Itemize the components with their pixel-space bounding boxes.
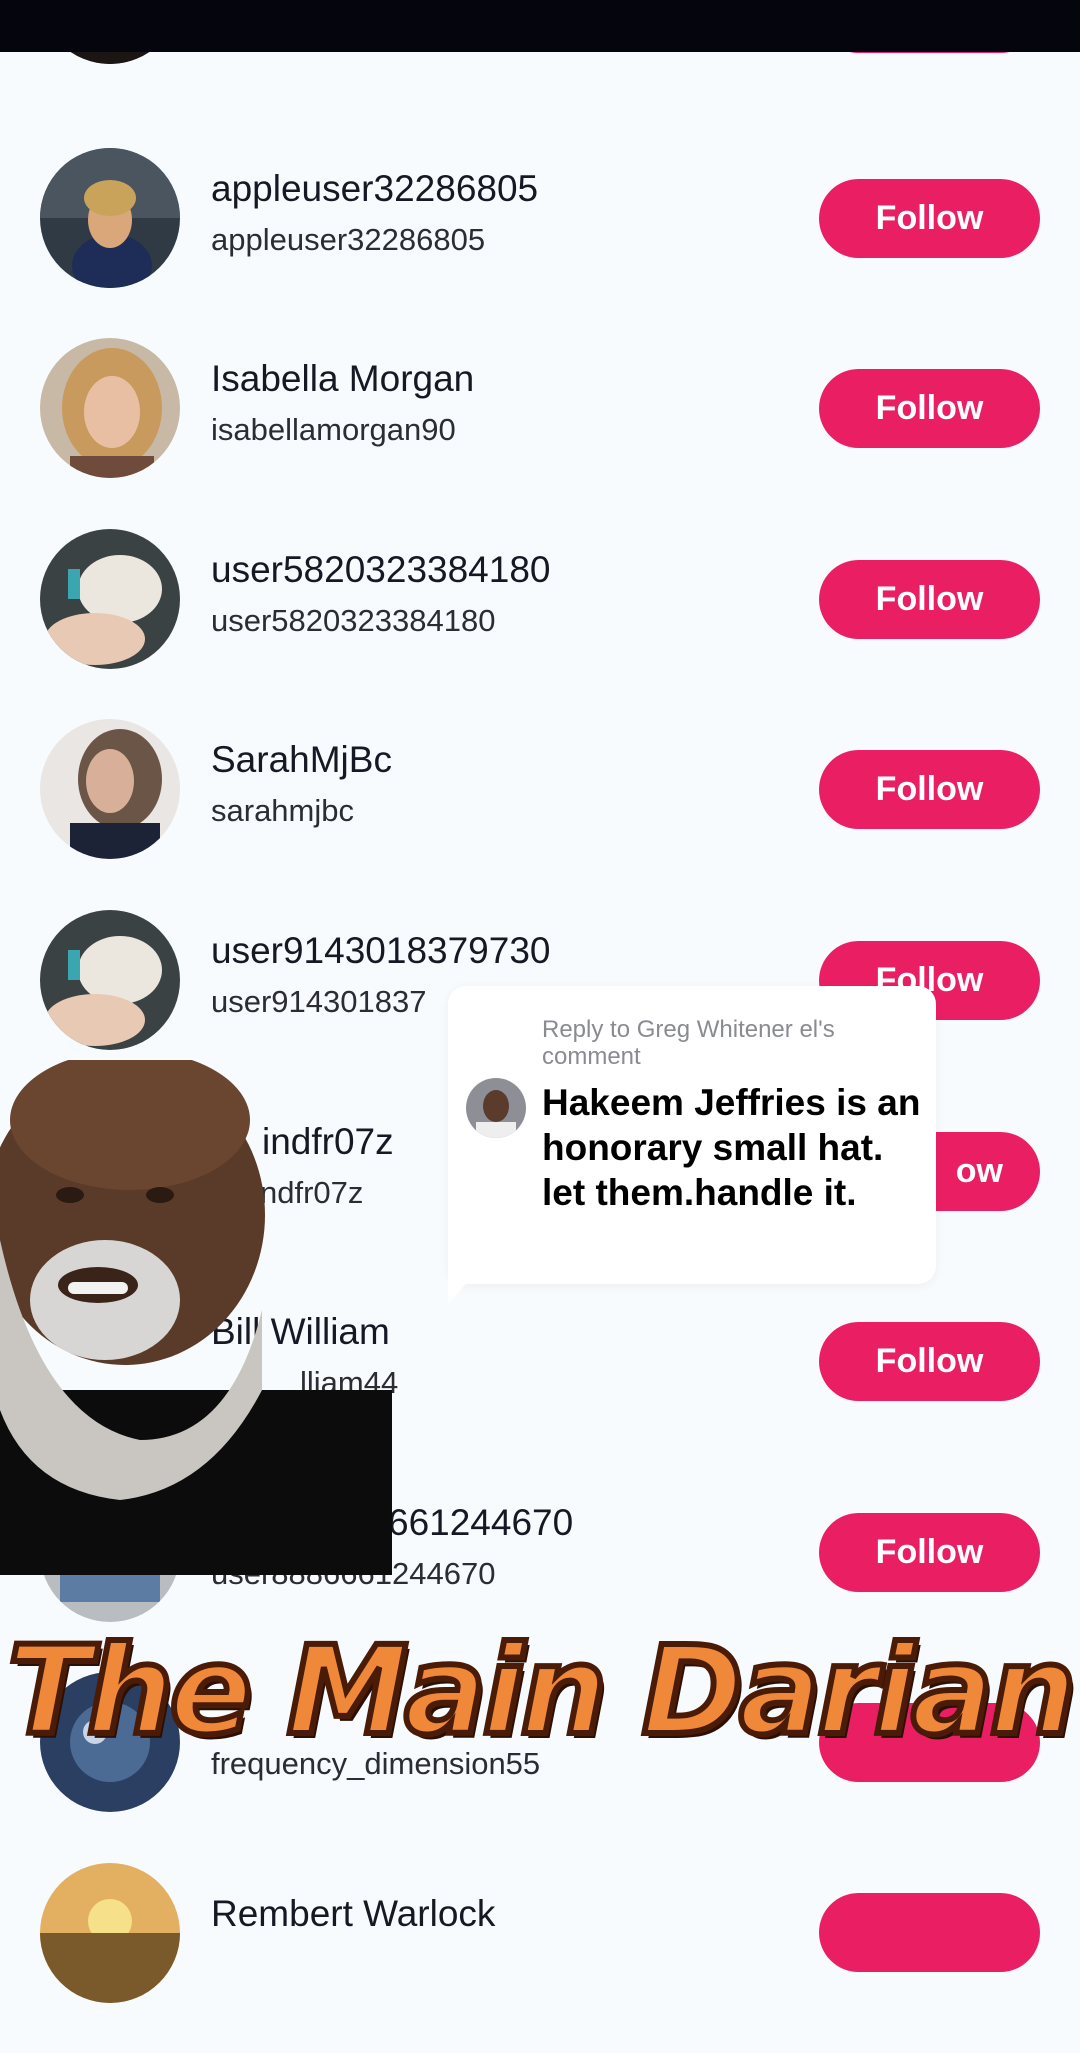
reply-comment-card[interactable]: Reply to Greg Whitener el's comment Hake… bbox=[448, 986, 936, 1284]
reply-header: Reply to Greg Whitener el's comment bbox=[542, 1016, 835, 1070]
follow-button[interactable]: Follow bbox=[819, 1513, 1040, 1592]
follow-button[interactable]: Follow bbox=[819, 750, 1040, 829]
user-handle: user914301837 bbox=[211, 984, 427, 1019]
list-item[interactable]: Rembert Warlock bbox=[0, 1863, 1080, 2053]
avatar[interactable] bbox=[40, 719, 180, 859]
user-name: Rembert Warlock bbox=[211, 1893, 496, 1934]
avatar[interactable] bbox=[40, 910, 180, 1050]
avatar[interactable] bbox=[40, 1863, 180, 2003]
creator-video-overlay bbox=[0, 1050, 392, 1575]
overlay-title: The Main Darian bbox=[5, 1617, 1080, 1765]
list-item[interactable]: appleuser32286805 appleuser32286805 Foll… bbox=[0, 148, 1080, 338]
list-item[interactable]: SarahMjBc sarahmjbc Follow bbox=[0, 719, 1080, 909]
follow-button[interactable]: Follow bbox=[819, 1322, 1040, 1401]
user-name: appleuser32286805 bbox=[211, 168, 539, 209]
avatar[interactable] bbox=[40, 529, 180, 669]
user-handle: isabellamorgan90 bbox=[211, 412, 456, 447]
user-name: user5820323384180 bbox=[211, 549, 551, 590]
user-name: user9143018379730 bbox=[211, 930, 551, 971]
follow-button[interactable]: Follow bbox=[819, 369, 1040, 448]
list-item[interactable]: user5820323384180 user5820323384180 Foll… bbox=[0, 529, 1080, 719]
commenter-avatar[interactable] bbox=[466, 1078, 526, 1138]
follow-button[interactable]: Follow bbox=[819, 179, 1040, 258]
user-name: Isabella Morgan bbox=[211, 358, 475, 399]
user-handle: appleuser32286805 bbox=[211, 222, 486, 257]
user-name: 661244670 bbox=[388, 1502, 574, 1543]
user-name: SarahMjBc bbox=[211, 739, 392, 780]
user-handle: sarahmjbc bbox=[211, 793, 354, 828]
reply-card-tail bbox=[448, 1270, 478, 1304]
user-handle: user5820323384180 bbox=[211, 603, 496, 638]
list-item[interactable]: Isabella Morgan isabellamorgan90 Follow bbox=[0, 338, 1080, 528]
follow-button[interactable]: Follow bbox=[819, 560, 1040, 639]
reply-text: Hakeem Jeffries is an honorary small hat… bbox=[542, 1082, 921, 1213]
avatar[interactable] bbox=[40, 338, 180, 478]
follow-button[interactable] bbox=[819, 1893, 1040, 1972]
avatar[interactable] bbox=[40, 148, 180, 288]
top-bar bbox=[0, 0, 1080, 52]
